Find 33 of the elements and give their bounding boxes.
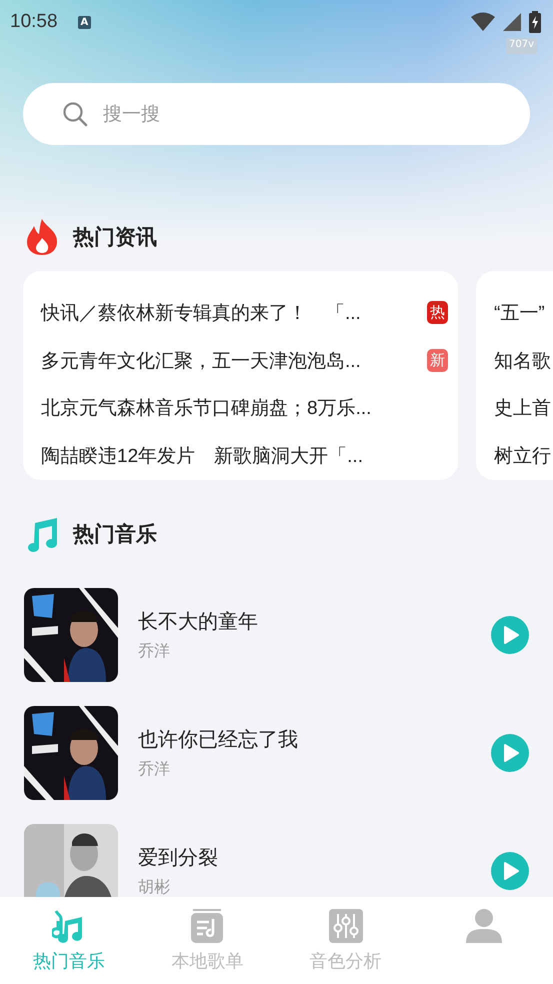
search-icon [62,101,88,127]
signal-icon [503,13,521,31]
battery-icon [529,11,541,33]
flame-icon [24,218,60,256]
song-title: 也许你已经忘了我 [138,726,299,753]
news-headline[interactable]: 北京元气森林音乐节口碑崩盘；8万乐... [41,395,448,422]
play-button[interactable] [491,852,529,890]
news-headline[interactable]: 快讯／蔡依林新专辑真的来了！ 「... [41,300,421,326]
song-artist: 乔洋 [138,641,171,662]
section-title: 热门音乐 [73,521,157,548]
news-headline[interactable]: 陶喆睽违12年发片 新歌脑洞大开「... [41,443,448,470]
news-headline[interactable]: 史上首 [494,395,553,422]
network-speed: 707v [506,38,537,54]
song-artist: 乔洋 [138,759,171,780]
news-headline[interactable]: “五一” [494,300,553,326]
play-button[interactable] [491,616,529,654]
section-title: 热门资讯 [73,224,157,251]
news-headline[interactable]: 多元青年文化汇聚，五一天津泡泡岛... [41,348,421,374]
play-button[interactable] [491,734,529,772]
song-artist: 胡彬 [138,877,171,897]
playlist-icon [190,909,224,943]
wifi-icon [471,12,495,32]
news-tag: 热 [427,301,448,324]
status-time: 10:58 [10,11,58,33]
person-icon [464,909,504,943]
equalizer-icon [328,909,363,943]
song-title: 爱到分裂 [138,844,219,871]
news-headline[interactable]: 树立行 [494,443,553,470]
news-tag: 新 [427,349,448,372]
search-field[interactable]: 搜一搜 [23,83,530,145]
news-headline[interactable]: 知名歌 [494,348,553,374]
song-title: 长不大的童年 [138,608,259,635]
keyboard-badge: A [78,16,92,28]
